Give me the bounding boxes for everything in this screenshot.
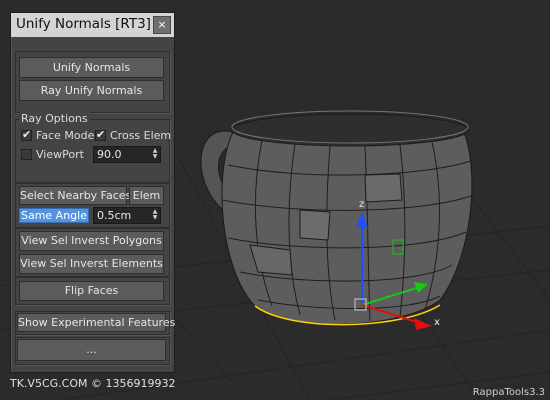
cross-elem-checkbox[interactable] [95, 128, 106, 141]
panel-title: Unify Normals [RT3] [16, 16, 151, 32]
face-mode-label: Face Mode [36, 129, 95, 142]
angle-spinner[interactable]: 90.0 ▲ ▼ [93, 146, 161, 163]
spinner-arrows-icon[interactable]: ▲ ▼ [151, 148, 159, 161]
viewport-label: ViewPort [36, 148, 84, 161]
rappatools-version-label: RappaTools3.3 [472, 387, 545, 398]
spinner-arrows-icon[interactable]: ▲ ▼ [151, 209, 159, 222]
close-icon[interactable]: × [153, 16, 171, 34]
unify-normals-panel: Unify Normals [RT3] × Unify Normals Ray … [10, 12, 175, 373]
viewport-checkbox[interactable] [21, 149, 32, 160]
view-sel-invert-elements-button[interactable]: View Sel Inverst Elements [19, 254, 164, 274]
select-nearby-faces-button[interactable]: Select Nearby Faces [19, 186, 131, 205]
gizmo-z-label: z [359, 199, 364, 210]
watermark-text: TK.V5CG.COM © 1356919932 [10, 377, 176, 390]
elem-button[interactable]: Elem [129, 186, 164, 205]
ray-options-label: Ray Options [19, 112, 90, 125]
angle-value: 90.0 [97, 148, 122, 161]
distance-value: 0.5cm [97, 209, 132, 222]
gizmo-x-label: x [434, 317, 440, 328]
more-options-button[interactable]: ... [17, 339, 166, 361]
panel-titlebar[interactable]: Unify Normals [RT3] × [11, 13, 174, 37]
show-experimental-features-button[interactable]: Show Experimental Features [17, 313, 175, 332]
same-angle-button[interactable]: Same Angle [19, 208, 89, 223]
cross-elem-label: Cross Elem [110, 129, 172, 142]
distance-spinner[interactable]: 0.5cm ▲ ▼ [93, 207, 161, 224]
flip-faces-button[interactable]: Flip Faces [19, 281, 164, 301]
unify-normals-button[interactable]: Unify Normals [19, 57, 164, 78]
view-sel-invert-polygons-button[interactable]: View Sel Inverst Polygons [19, 231, 164, 251]
ray-unify-normals-button[interactable]: Ray Unify Normals [19, 80, 164, 101]
face-mode-checkbox[interactable] [21, 128, 32, 141]
